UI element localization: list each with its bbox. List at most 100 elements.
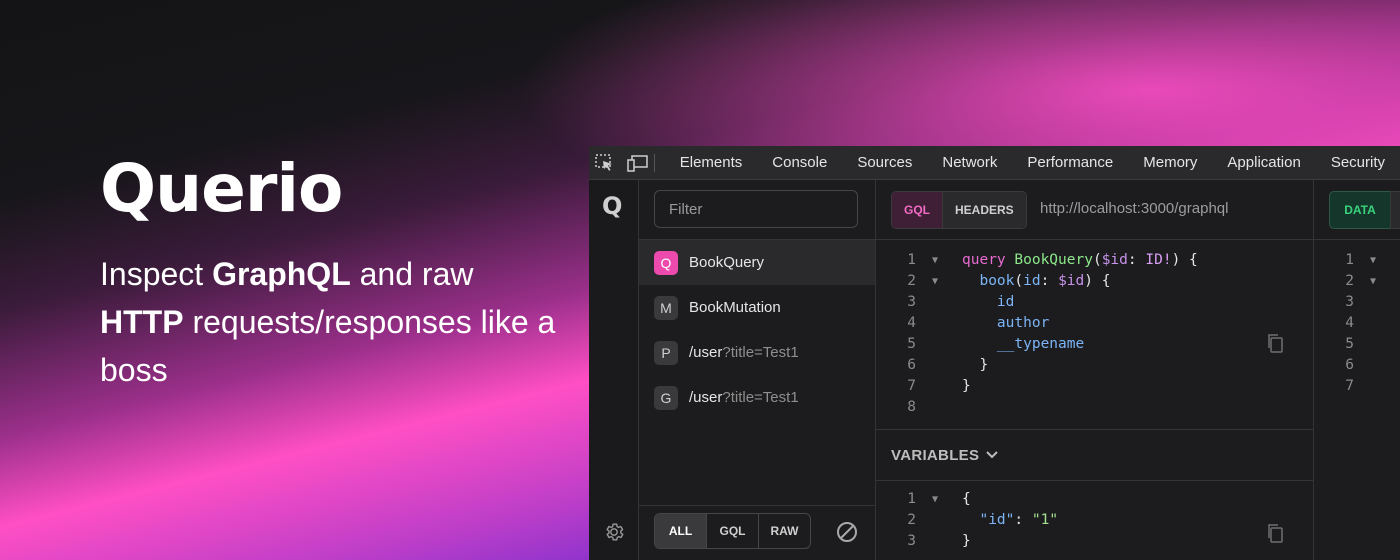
filter-input[interactable]: Filter (654, 190, 858, 228)
request-name: BookMutation (689, 299, 781, 316)
request-type-badge: G (654, 385, 678, 410)
line-number: 5 (1345, 336, 1354, 352)
filter-gql-button[interactable]: GQL (707, 514, 759, 548)
fold-arrow-icon[interactable]: ▼ (1370, 250, 1376, 271)
tab-application[interactable]: Application (1212, 146, 1315, 179)
fold-arrow-icon[interactable]: ▼ (932, 271, 938, 292)
filter-raw-button[interactable]: RAW (759, 514, 810, 548)
request-list: Q BookQuery M BookMutation P /user ?title… (639, 239, 875, 420)
tab-network[interactable]: Network (927, 146, 1012, 179)
tagline-bold: HTTP (100, 304, 184, 340)
line-number: 7 (907, 378, 916, 394)
code-line: 2 "id": "1" (876, 510, 1313, 531)
tab-headers[interactable]: HEADERS (943, 192, 1026, 228)
code-line: 2 ▼ book(id: $id) { (876, 271, 1313, 292)
line-number: 4 (907, 315, 916, 331)
line-number: 6 (1345, 357, 1354, 373)
tab-memory[interactable]: Memory (1128, 146, 1212, 179)
line-number: 6 (907, 357, 916, 373)
copy-query-icon[interactable] (1266, 333, 1284, 358)
code-line: 3 (1314, 292, 1400, 313)
inspect-element-icon[interactable] (589, 146, 621, 179)
request-name: /user (689, 344, 723, 361)
query-code[interactable]: 1 ▼ query BookQuery($id: ID!) { 2 ▼ book(id… (876, 240, 1313, 418)
settings-gear-icon[interactable] (603, 521, 625, 548)
filter-all-button[interactable]: ALL (655, 514, 707, 548)
request-type-badge: P (654, 340, 678, 365)
tagline-part: and raw (350, 256, 474, 292)
tabbar-divider (653, 153, 655, 172)
response-header: DATA (1314, 180, 1400, 240)
code-line: 1 ▼ query BookQuery($id: ID!) { (876, 250, 1313, 271)
response-code: 1 ▼ 2 ▼ 3 4 5 6 7 (1314, 240, 1400, 397)
variables-code[interactable]: 1 ▼{ 2 "id": "1" 3} (876, 489, 1313, 552)
request-query-string: ?title=Test1 (722, 344, 799, 361)
copy-variables-icon[interactable] (1266, 523, 1284, 548)
code-line: 1 ▼ (1314, 250, 1400, 271)
request-item-bookquery[interactable]: Q BookQuery (639, 240, 875, 285)
code-line: 6 } (876, 355, 1313, 376)
querio-sidebar: Q (589, 180, 639, 560)
line-number: 4 (1345, 315, 1354, 331)
editor-tabs: GQL HEADERS (891, 191, 1027, 229)
request-query-string: ?title=Test1 (722, 389, 799, 406)
code-line: 8 (876, 397, 1313, 418)
line-number: 1 (907, 491, 916, 507)
line-number: 2 (907, 273, 916, 289)
query-editor-panel: GQL HEADERS http://localhost:3000/graphq… (876, 180, 1314, 560)
fold-arrow-icon[interactable]: ▼ (932, 250, 938, 271)
tab-elements[interactable]: Elements (665, 146, 758, 179)
tagline: Inspect GraphQL and raw HTTP requests/re… (100, 250, 570, 394)
tab-gql[interactable]: GQL (892, 192, 943, 228)
tab-next[interactable] (1390, 191, 1400, 229)
device-toolbar-icon[interactable] (621, 146, 653, 179)
tab-console[interactable]: Console (757, 146, 842, 179)
tab-security[interactable]: Security (1316, 146, 1400, 179)
code-line: 5 (1314, 334, 1400, 355)
request-type-filter: ALL GQL RAW (654, 513, 811, 549)
line-number: 8 (907, 399, 916, 415)
code-line: 7} (876, 376, 1313, 397)
line-number: 7 (1345, 378, 1354, 394)
devtools-window: Elements Console Sources Network Perform… (589, 146, 1400, 560)
querio-logo: Q (602, 192, 623, 220)
line-number: 1 (1345, 252, 1354, 268)
chevron-down-icon (985, 450, 999, 460)
line-number: 5 (907, 336, 916, 352)
request-item-bookmutation[interactable]: M BookMutation (639, 285, 875, 330)
request-type-badge: Q (654, 250, 678, 275)
code-line: 2 ▼ (1314, 271, 1400, 292)
code-line: 7 (1314, 376, 1400, 397)
request-name: /user (689, 389, 723, 406)
editor-header: GQL HEADERS http://localhost:3000/graphq… (876, 180, 1313, 240)
response-panel: DATA 1 ▼ 2 ▼ 3 4 5 6 7 (1314, 180, 1400, 560)
code-line: 1 ▼{ (876, 489, 1313, 510)
request-item-post-user[interactable]: P /user ?title=Test1 (639, 330, 875, 375)
request-list-panel: Filter Q BookQuery M BookMutation P /use… (639, 180, 876, 560)
code-line: 3} (876, 531, 1313, 552)
code-line: 4 author (876, 313, 1313, 334)
tab-performance[interactable]: Performance (1012, 146, 1128, 179)
line-number: 2 (1345, 273, 1354, 289)
fold-arrow-icon[interactable]: ▼ (932, 489, 938, 510)
code-line: 6 (1314, 355, 1400, 376)
line-number: 3 (907, 294, 916, 310)
line-number: 3 (1345, 294, 1354, 310)
variables-label: VARIABLES (891, 446, 980, 464)
fold-arrow-icon[interactable]: ▼ (1370, 271, 1376, 292)
clear-requests-icon[interactable] (835, 520, 859, 549)
tagline-part: Inspect (100, 256, 213, 292)
line-number: 3 (907, 533, 916, 549)
code-line: 5 __typename (876, 334, 1313, 355)
request-filter-bar: ALL GQL RAW (639, 505, 875, 560)
tab-sources[interactable]: Sources (842, 146, 927, 179)
code-line: 4 (1314, 313, 1400, 334)
tab-data[interactable]: DATA (1329, 191, 1391, 229)
request-url: http://localhost:3000/graphql (1040, 200, 1229, 217)
devtools-tabbar: Elements Console Sources Network Perform… (589, 146, 1400, 180)
variables-toggle[interactable]: VARIABLES (876, 429, 1313, 481)
brand-title: Querio (100, 150, 343, 227)
request-item-get-user[interactable]: G /user ?title=Test1 (639, 375, 875, 420)
request-name: BookQuery (689, 254, 765, 271)
line-number: 1 (907, 252, 916, 268)
